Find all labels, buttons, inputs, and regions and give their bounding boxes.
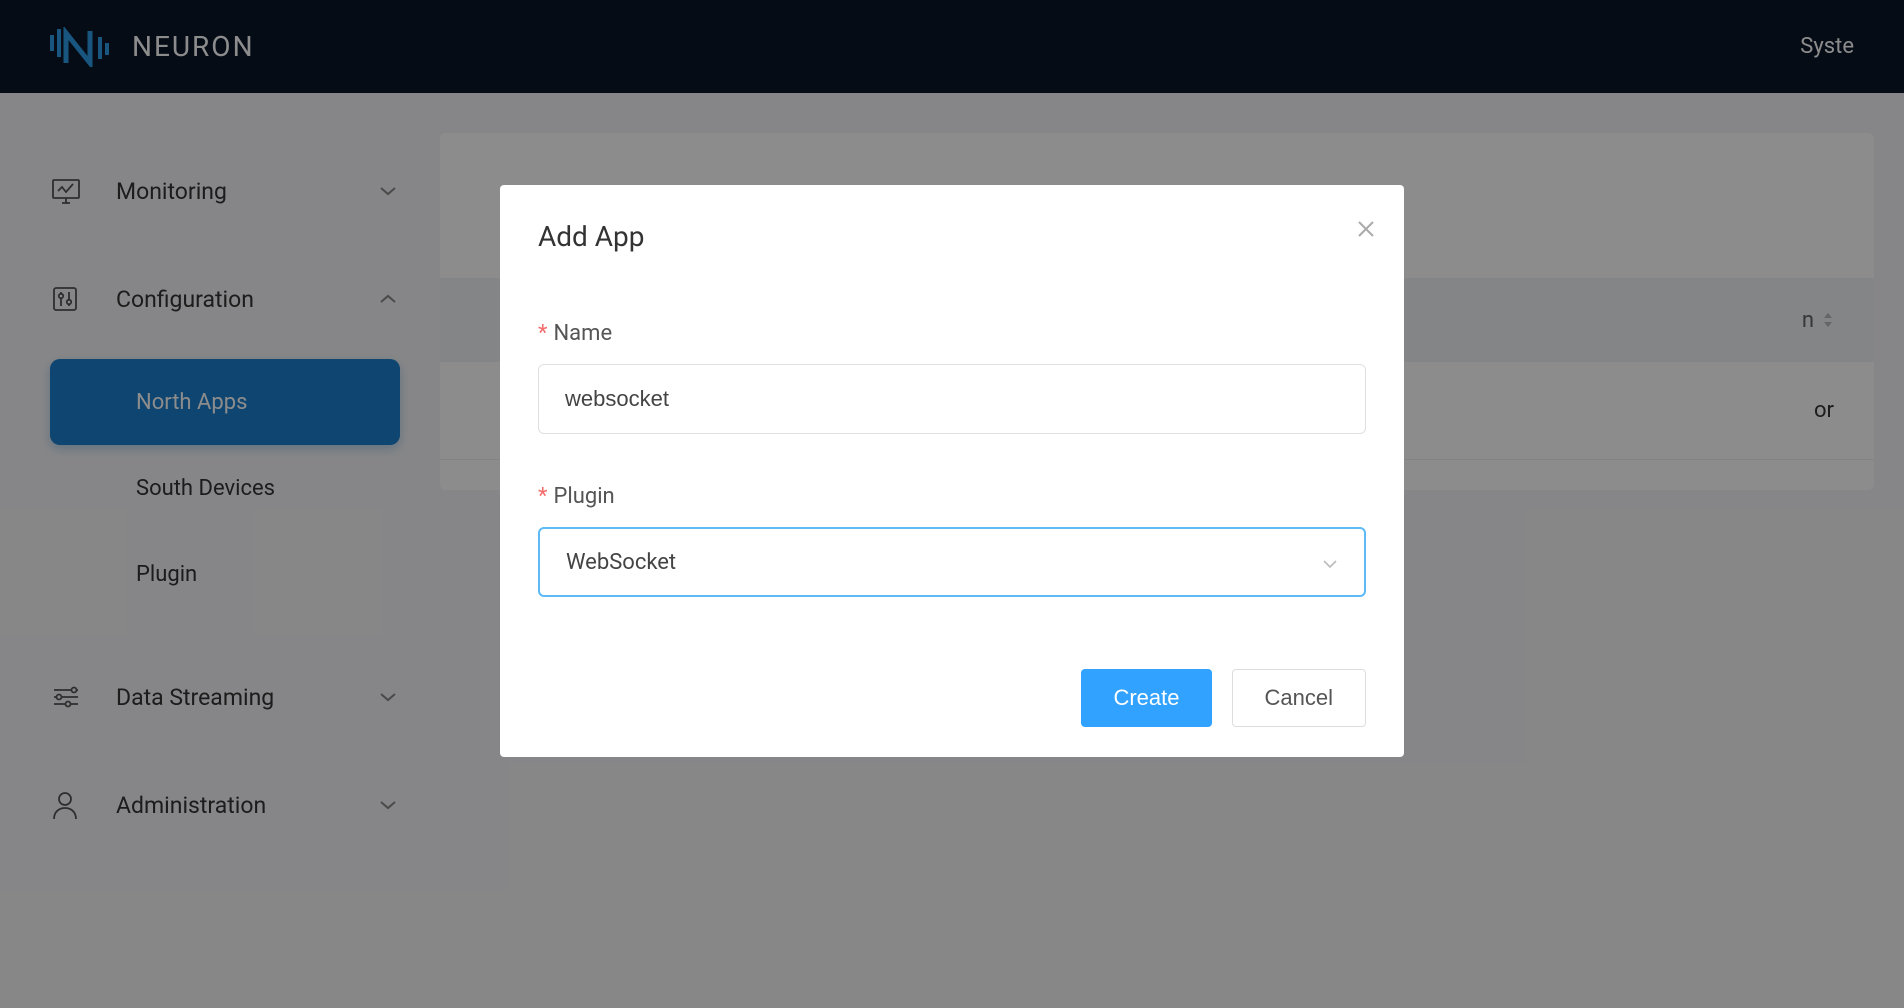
modal-close-button[interactable] [1356,219,1376,243]
name-input[interactable] [538,364,1366,434]
form-group-plugin: *Plugin WebSocket [538,484,1366,597]
chevron-down-icon [1322,550,1338,575]
name-label: *Name [538,321,1366,346]
create-button[interactable]: Create [1081,669,1211,727]
required-asterisk: * [538,484,547,509]
plugin-select-value: WebSocket [566,550,676,575]
add-app-modal: Add App *Name *Plugin WebSocket Create C… [500,185,1404,757]
plugin-select[interactable]: WebSocket [538,527,1366,597]
modal-title: Add App [538,220,1366,253]
required-asterisk: * [538,321,547,346]
plugin-label-text: Plugin [553,484,614,509]
name-label-text: Name [553,321,612,346]
cancel-button[interactable]: Cancel [1232,669,1366,727]
form-group-name: *Name [538,321,1366,434]
modal-overlay[interactable]: Add App *Name *Plugin WebSocket Create C… [0,0,1904,1008]
modal-footer: Create Cancel [538,669,1366,727]
plugin-label: *Plugin [538,484,1366,509]
